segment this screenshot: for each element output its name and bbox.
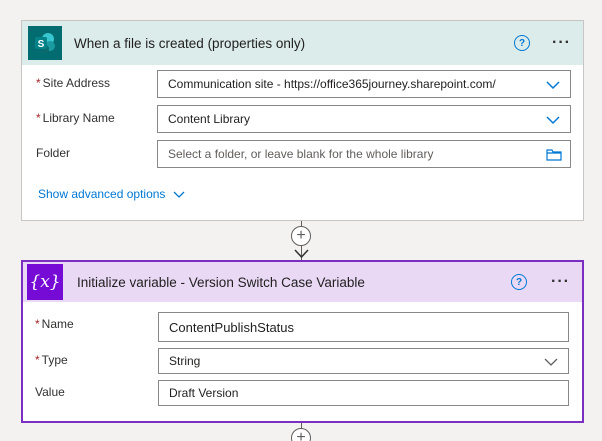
value-row: Value Draft Version: [23, 380, 582, 408]
trigger-card: S When a file is created (properties onl…: [21, 20, 584, 221]
folder-row: Folder Select a folder, or leave blank f…: [22, 140, 583, 168]
chevron-down-icon: [173, 191, 185, 198]
site-address-value: Communication site - https://office365jo…: [168, 77, 496, 91]
type-label: * Type: [35, 353, 68, 367]
name-row: * Name ContentPublishStatus: [23, 312, 582, 342]
site-address-dropdown[interactable]: Communication site - https://office365jo…: [157, 70, 571, 98]
value-text: Draft Version: [169, 386, 239, 400]
variable-icon: {x}: [27, 264, 63, 300]
chevron-down-icon: [546, 81, 560, 90]
insert-step-button[interactable]: +: [291, 428, 311, 441]
trigger-title: When a file is created (properties only): [74, 35, 306, 51]
library-name-label: * Library Name: [36, 111, 115, 125]
advanced-options-label: Show advanced options: [38, 187, 166, 201]
required-marker: *: [35, 353, 40, 367]
help-icon[interactable]: ?: [514, 35, 531, 51]
name-label-text: Name: [41, 317, 74, 331]
chevron-down-icon: [544, 358, 558, 366]
required-marker: *: [36, 76, 41, 90]
type-label-text: Type: [41, 353, 68, 367]
action-card: {x} Initialize variable - Version Switch…: [21, 260, 584, 423]
required-marker: *: [36, 111, 41, 125]
more-options-icon[interactable]: ···: [552, 35, 571, 51]
folder-icon[interactable]: [546, 148, 562, 162]
folder-placeholder: Select a folder, or leave blank for the …: [168, 147, 434, 161]
help-icon[interactable]: ?: [511, 274, 528, 290]
name-input[interactable]: ContentPublishStatus: [158, 312, 569, 342]
action-title: Initialize variable - Version Switch Cas…: [77, 274, 365, 290]
chevron-down-icon: [546, 116, 560, 125]
library-name-value: Content Library: [168, 112, 251, 126]
type-dropdown[interactable]: String: [158, 348, 569, 374]
library-name-row: * Library Name Content Library: [22, 105, 583, 133]
site-address-row: * Site Address Communication site - https…: [22, 70, 583, 98]
sharepoint-icon: S: [28, 26, 62, 60]
value-label: Value: [35, 385, 65, 399]
required-marker: *: [35, 317, 40, 331]
name-value: ContentPublishStatus: [169, 319, 295, 335]
site-address-label-text: Site Address: [42, 76, 111, 90]
trigger-header[interactable]: S When a file is created (properties onl…: [22, 21, 583, 65]
show-advanced-options-link[interactable]: Show advanced options: [38, 187, 185, 201]
folder-label: Folder: [36, 146, 71, 160]
value-input[interactable]: Draft Version: [158, 380, 569, 406]
action-header[interactable]: {x} Initialize variable - Version Switch…: [23, 262, 582, 302]
folder-picker[interactable]: Select a folder, or leave blank for the …: [157, 140, 571, 168]
site-address-label: * Site Address: [36, 76, 110, 90]
more-options-icon[interactable]: ···: [551, 274, 570, 290]
type-value: String: [169, 354, 201, 368]
insert-step-button[interactable]: +: [291, 226, 311, 246]
library-name-dropdown[interactable]: Content Library: [157, 105, 571, 133]
library-name-label-text: Library Name: [42, 111, 115, 125]
name-label: * Name: [35, 317, 74, 331]
type-row: * Type String: [23, 348, 582, 376]
arrow-down-icon: [294, 249, 309, 259]
svg-text:S: S: [38, 39, 45, 50]
